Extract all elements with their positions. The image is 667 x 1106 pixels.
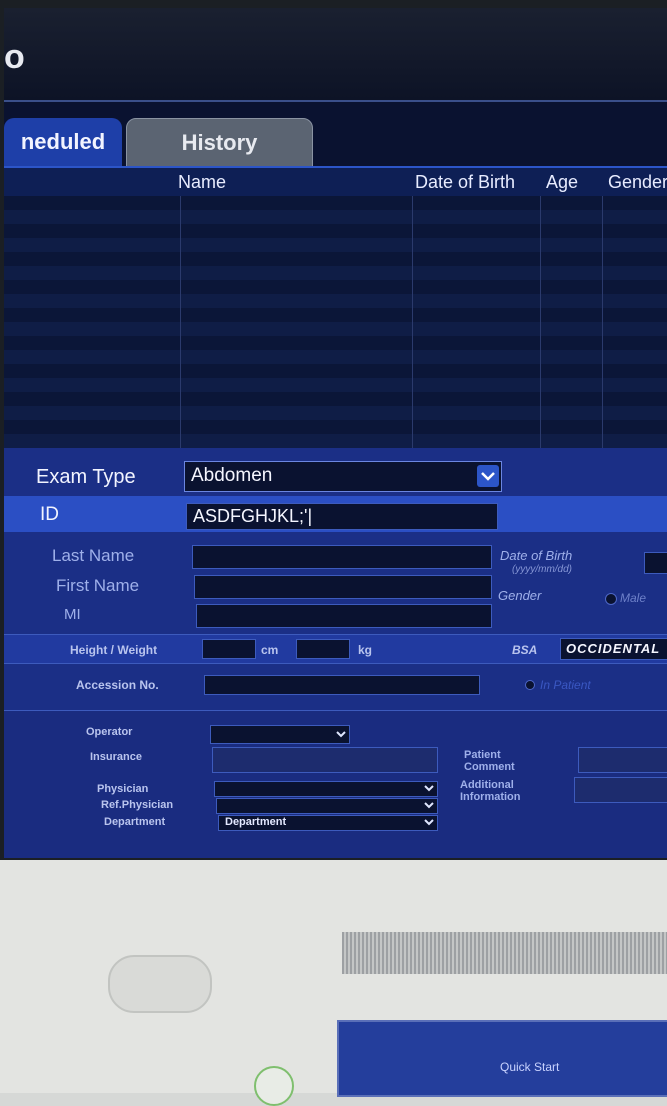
department-select[interactable]: Department bbox=[218, 815, 438, 831]
height-unit: cm bbox=[261, 643, 279, 657]
logo: o bbox=[4, 38, 25, 76]
first-name-input[interactable] bbox=[194, 575, 492, 599]
height-weight-label: Height / Weight bbox=[70, 643, 158, 657]
operator-select[interactable] bbox=[210, 725, 350, 744]
bsa-label: BSA bbox=[512, 643, 538, 657]
height-input[interactable] bbox=[202, 639, 256, 659]
operator-label: Operator bbox=[86, 726, 133, 738]
ultrasound-screen: o neduled History Name Date of Birth Age… bbox=[4, 8, 667, 858]
monitor-handle bbox=[108, 955, 212, 1013]
chevron-down-icon[interactable] bbox=[333, 726, 349, 743]
quick-start-label[interactable]: Quick Start bbox=[500, 1060, 559, 1074]
power-icon[interactable] bbox=[254, 1066, 294, 1106]
ref-physician-label: Ref.Physician bbox=[101, 799, 174, 811]
column-divider bbox=[412, 196, 413, 448]
top-bar: o bbox=[4, 8, 667, 102]
chevron-down-icon[interactable] bbox=[421, 815, 437, 829]
column-divider bbox=[540, 196, 541, 448]
column-date-of-birth[interactable]: Date of Birth bbox=[415, 172, 515, 193]
column-divider bbox=[180, 196, 181, 448]
insurance-label: Insurance bbox=[90, 751, 142, 763]
accession-input[interactable] bbox=[204, 675, 480, 695]
column-gender[interactable]: Gender bbox=[608, 172, 667, 193]
id-row: ID ASDFGHJKL;'| bbox=[4, 496, 667, 532]
column-divider bbox=[602, 196, 603, 448]
id-input[interactable]: ASDFGHJKL;'| bbox=[186, 503, 498, 530]
dob-label: Date of Birth bbox=[500, 548, 573, 563]
department-value: Department bbox=[225, 816, 287, 828]
patient-comment-input[interactable] bbox=[578, 747, 667, 773]
chevron-down-icon[interactable] bbox=[421, 798, 437, 812]
patient-info-form: Exam Type Abdomen ID ASDFGHJKL;'| Last N… bbox=[4, 448, 667, 858]
physician-select[interactable] bbox=[214, 781, 438, 797]
column-age[interactable]: Age bbox=[546, 172, 578, 193]
speaker-grill bbox=[342, 932, 667, 974]
height-weight-row: Height / Weight cm kg BSA OCCIDENTAL bbox=[4, 634, 667, 664]
gender-male-label: Male bbox=[620, 591, 647, 605]
extra-info-section: Operator Insurance Physician Ref.Physici… bbox=[4, 710, 667, 858]
insurance-input[interactable] bbox=[212, 747, 438, 773]
last-name-label: Last Name bbox=[52, 546, 135, 565]
exam-type-select[interactable]: Abdomen bbox=[184, 461, 502, 492]
additional-info-input[interactable] bbox=[574, 777, 667, 803]
chevron-down-icon[interactable] bbox=[421, 781, 437, 795]
tab-history[interactable]: History bbox=[126, 118, 313, 168]
weight-input[interactable] bbox=[296, 639, 350, 659]
mi-input[interactable] bbox=[196, 604, 492, 628]
department-label: Department bbox=[104, 816, 166, 828]
gender-male-radio[interactable] bbox=[605, 593, 617, 605]
additional-info-label: Additional Information bbox=[460, 779, 521, 803]
first-name-label: First Name bbox=[56, 576, 140, 595]
patient-worklist: Name Date of Birth Age Gender bbox=[4, 166, 667, 448]
patient-comment-label: Patient Comment bbox=[464, 749, 515, 773]
in-patient-label: In Patient bbox=[540, 678, 591, 692]
in-patient-radio[interactable] bbox=[525, 680, 535, 690]
id-label: ID bbox=[40, 504, 59, 525]
column-name[interactable]: Name bbox=[178, 172, 226, 193]
gender-label: Gender bbox=[498, 588, 542, 603]
mi-label: MI bbox=[64, 606, 81, 623]
worklist-header: Name Date of Birth Age Gender bbox=[4, 168, 667, 196]
id-value: ASDFGHJKL;'| bbox=[193, 506, 313, 526]
accession-label: Accession No. bbox=[76, 678, 159, 692]
bsa-value: OCCIDENTAL bbox=[566, 641, 661, 656]
physician-label: Physician bbox=[97, 783, 149, 795]
bsa-select[interactable]: OCCIDENTAL bbox=[560, 638, 667, 660]
chevron-down-icon[interactable] bbox=[477, 465, 499, 487]
tab-scheduled[interactable]: neduled bbox=[4, 118, 122, 166]
ref-physician-select[interactable] bbox=[216, 798, 438, 814]
weight-unit: kg bbox=[358, 643, 373, 657]
dob-input[interactable] bbox=[644, 552, 667, 574]
control-panel-touchscreen bbox=[337, 1020, 667, 1097]
exam-type-label: Exam Type bbox=[36, 466, 136, 488]
dob-hint: (yyyy/mm/dd) bbox=[512, 564, 572, 575]
exam-type-value: Abdomen bbox=[191, 465, 273, 486]
last-name-input[interactable] bbox=[192, 545, 492, 569]
